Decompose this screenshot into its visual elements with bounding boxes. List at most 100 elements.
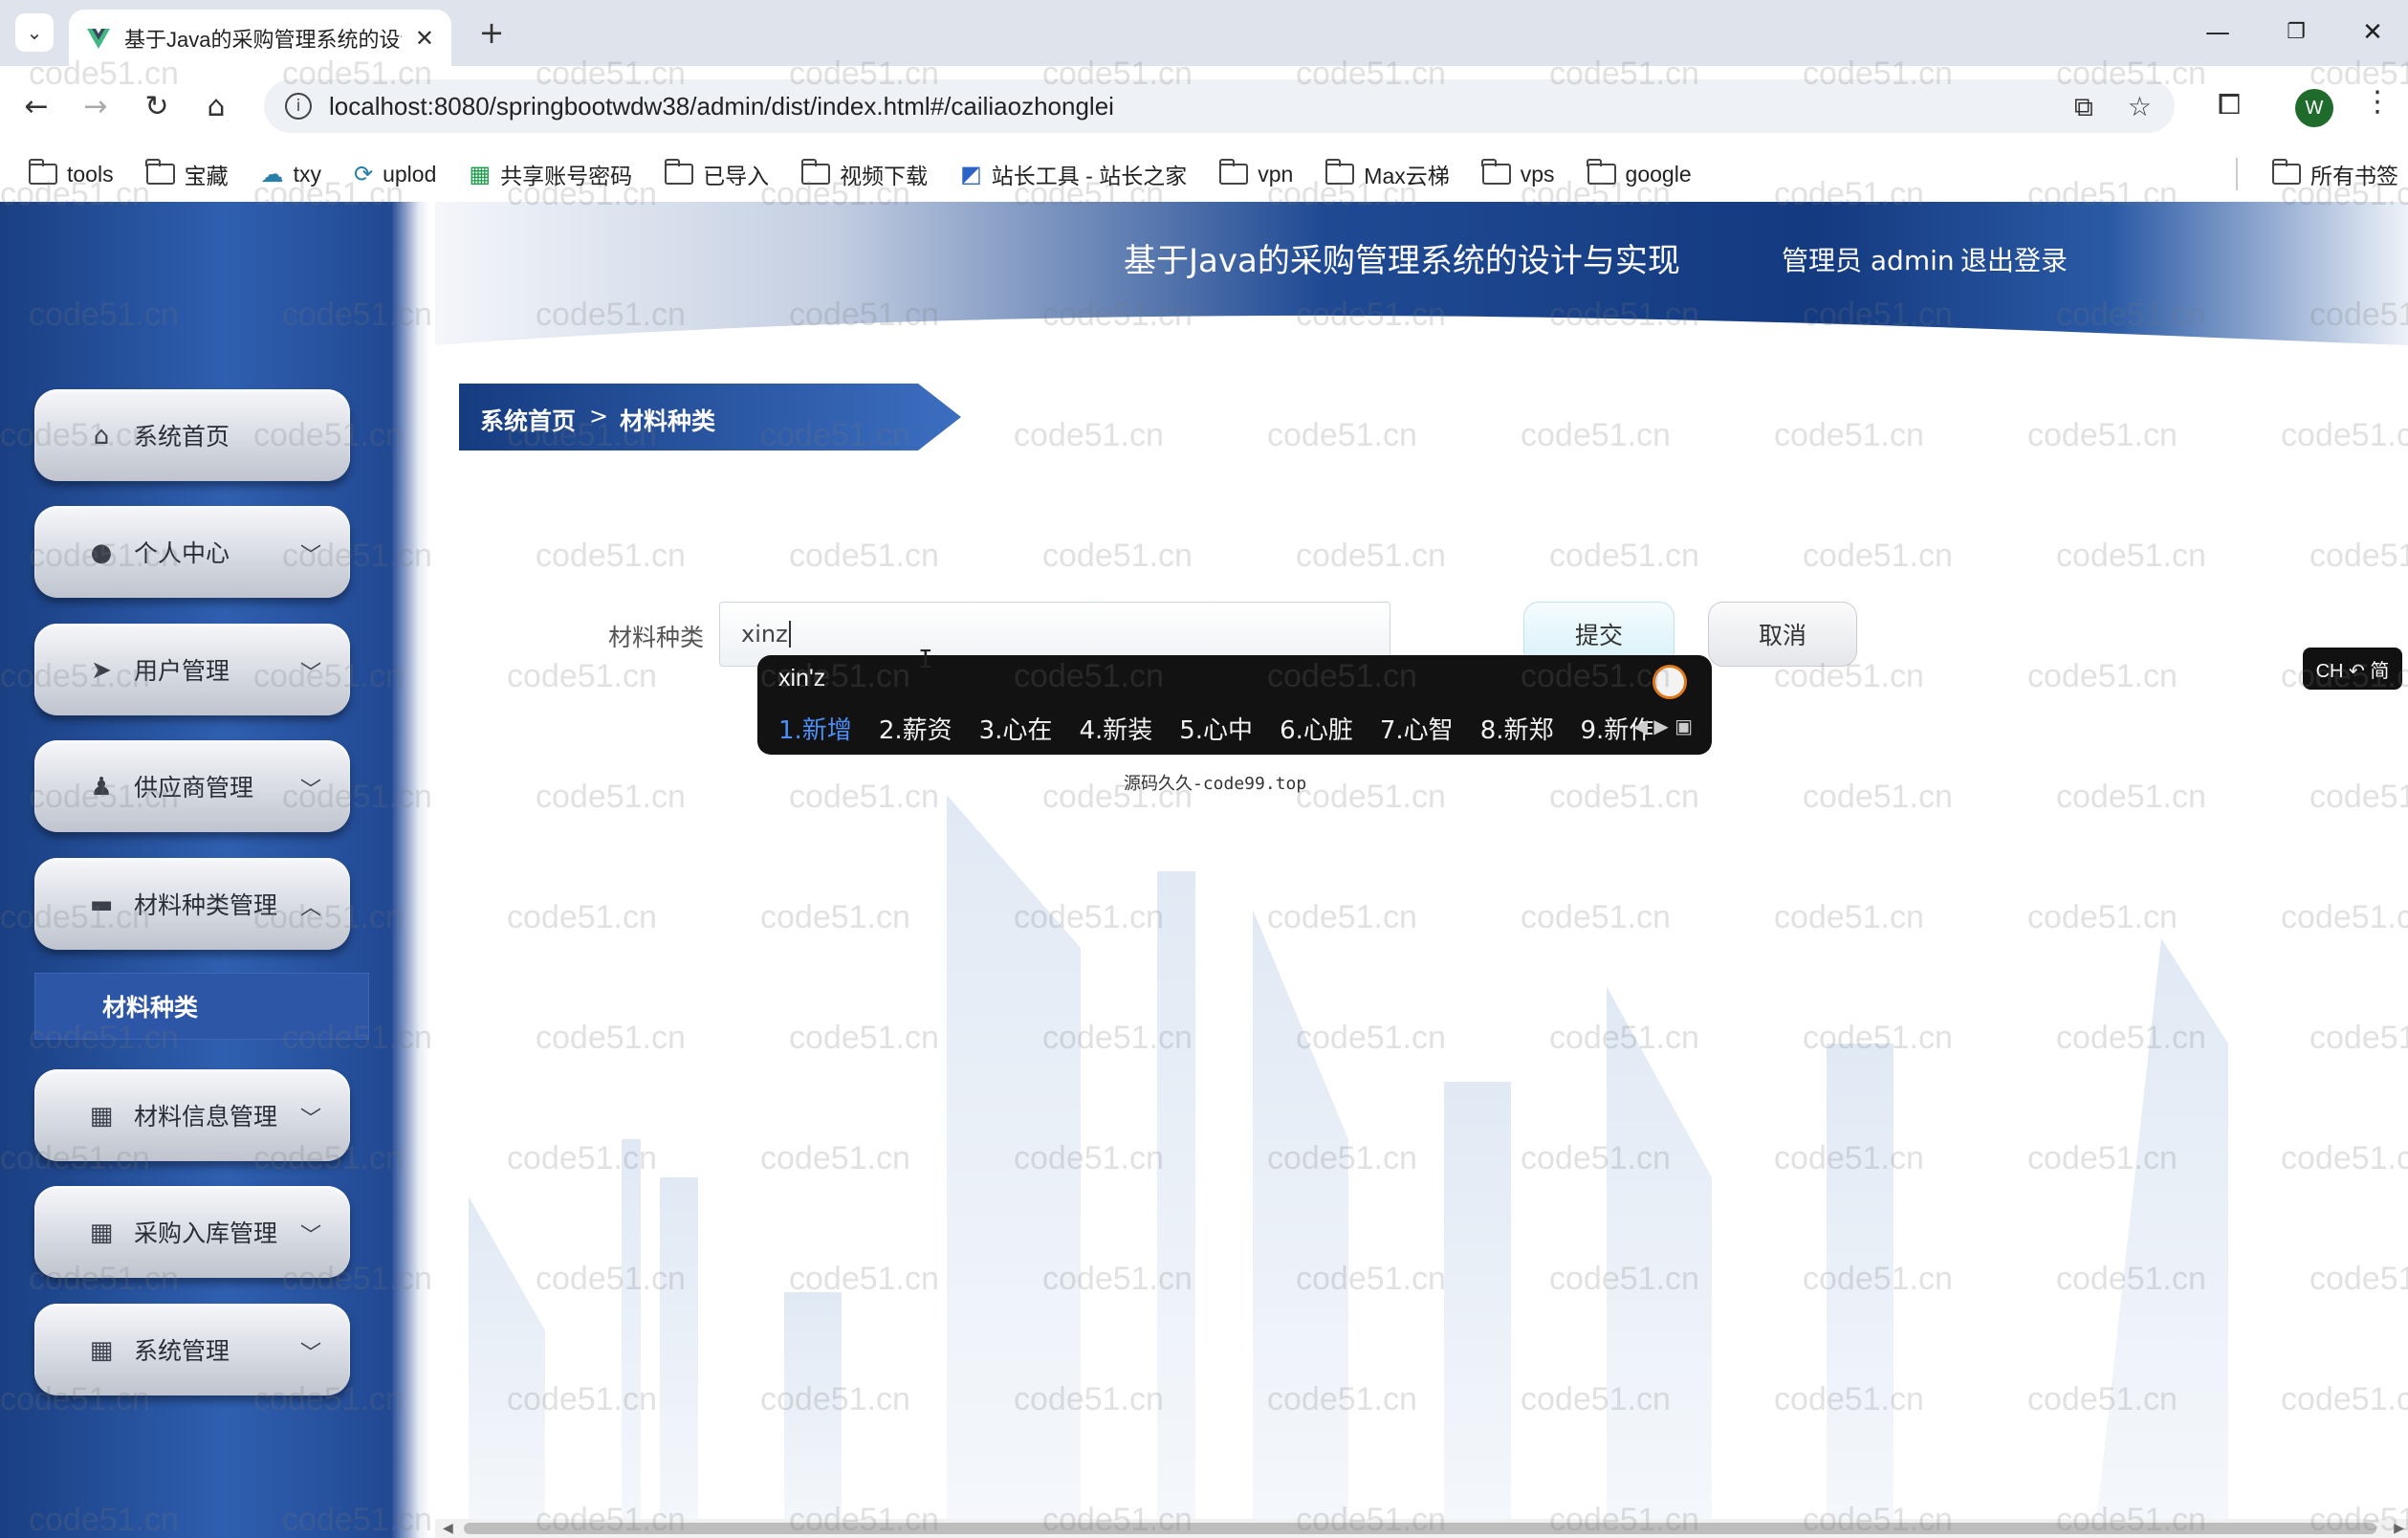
address-bar[interactable]: i localhost:8080/springbootwdw38/admin/d… — [264, 79, 2175, 133]
browser-toolbar: ← → ↻ ⌂ i localhost:8080/springbootwdw38… — [0, 66, 2408, 146]
sidebar-item-label: 材料种类管理 — [134, 891, 278, 919]
admin-label: 管理员 admin — [1782, 245, 1955, 276]
profile-avatar[interactable]: W — [2295, 89, 2333, 127]
logout-link[interactable]: 退出登录 — [1960, 240, 2068, 278]
sidebar-item[interactable]: ▦ 材料信息管理 ﹀ — [34, 1069, 350, 1161]
bookmark-label: vpn — [1258, 161, 1294, 187]
input-value: xinz — [741, 621, 788, 648]
folder-icon — [1481, 159, 1511, 185]
ime-candidate[interactable]: 1.新增 — [778, 711, 852, 746]
bookmark-item[interactable]: ⟳ uplod — [344, 155, 446, 194]
tab-close-icon[interactable]: ✕ — [415, 25, 434, 52]
back-button[interactable]: ← — [13, 83, 59, 129]
home-button[interactable]: ⌂ — [193, 83, 239, 129]
vue-favicon-icon — [87, 28, 110, 49]
bookmark-star-icon[interactable]: ☆ — [2128, 91, 2152, 123]
ime-candidate[interactable]: 3.心在 — [979, 711, 1053, 746]
folder-icon — [800, 159, 831, 185]
breadcrumb: 系统首页 > 材料种类 — [459, 384, 961, 450]
bookmark-item[interactable]: vpn — [1210, 156, 1303, 193]
material-category-label: 材料种类 — [608, 624, 705, 651]
sidebar-item[interactable]: ● 个人中心 ﹀ — [34, 506, 350, 598]
sidebar-item[interactable]: ▦ 系统管理 ﹀ — [34, 1304, 350, 1395]
bookmark-item[interactable]: ◩ 站长工具 - 站长之家 — [951, 152, 1196, 196]
bookmark-item[interactable]: 视频下载 — [792, 152, 937, 196]
bookmark-item[interactable]: 已导入 — [655, 152, 778, 196]
reload-button[interactable]: ↻ — [134, 83, 180, 129]
sidebar-item-label: 系统首页 — [134, 423, 230, 450]
tab-list-button[interactable]: ⌄ — [15, 13, 54, 52]
folder-icon — [2271, 159, 2301, 185]
ime-candidate[interactable]: 5.心中 — [1179, 711, 1253, 746]
all-bookmarks-button[interactable]: 所有书签 — [2263, 152, 2408, 196]
site-info-icon[interactable]: i — [285, 93, 312, 120]
chevron-down-icon: ﹀ — [299, 1224, 321, 1248]
header-wave — [435, 315, 2408, 384]
close-window-button[interactable]: ✕ — [2349, 13, 2397, 52]
app-title: 基于Java的采购管理系统的设计与实现 — [1124, 242, 1680, 280]
bookmark-item[interactable]: Max云梯 — [1316, 152, 1458, 196]
site-icon: ◩ — [960, 161, 982, 187]
home-icon: ⌂ — [93, 422, 110, 450]
restore-button[interactable]: ❐ — [2272, 13, 2320, 52]
scrollbar-thumb[interactable] — [464, 1523, 2376, 1534]
sidebar-item[interactable]: ▦ 采购入库管理 ﹀ — [34, 1186, 350, 1278]
browser-menu-icon[interactable]: ⋮ — [2358, 85, 2397, 119]
ime-candidate[interactable]: 2.薪资 — [879, 711, 952, 746]
ime-candidate[interactable]: 4.新装 — [1079, 711, 1152, 746]
bookmark-item[interactable]: vps — [1473, 156, 1565, 193]
sidebar-item[interactable]: ⌂ 系统首页 — [34, 389, 350, 481]
upload-icon: ⟳ — [353, 161, 374, 187]
grid-icon: ▦ — [89, 1102, 114, 1131]
chevron-down-icon: ﹀ — [299, 1108, 321, 1132]
bookmark-item[interactable]: ☁ txy — [252, 155, 331, 194]
scroll-left-icon[interactable]: ◀ — [443, 1519, 453, 1538]
cloud-icon: ☁ — [260, 161, 284, 187]
cancel-button[interactable]: 取消 — [1708, 602, 1857, 667]
bookmark-item[interactable]: google — [1578, 156, 1701, 193]
sidebar-item[interactable]: ▬ 材料种类管理 ︿ — [34, 858, 350, 950]
ime-candidate[interactable]: 8.新郑 — [1480, 711, 1554, 746]
bookmark-item[interactable]: 宝藏 — [137, 152, 238, 196]
folder-icon — [1587, 159, 1616, 185]
sidebar-item[interactable]: ♟ 供应商管理 ﹀ — [34, 740, 350, 832]
ime-page-arrows-icon[interactable]: ◀ ▶ ▣ — [1633, 714, 1693, 737]
ime-candidates: 1.新增 2.薪资 3.心在 4.新装 5.心中 6.心脏 7.心智 8.新郑 9.新作 — [778, 711, 1680, 746]
ime-candidate[interactable]: 6.心脏 — [1280, 711, 1353, 746]
new-tab-button[interactable]: + — [472, 15, 511, 54]
sidebar-item-label: 系统管理 — [134, 1337, 230, 1365]
bookmark-label: vps — [1520, 161, 1555, 187]
breadcrumb-home[interactable]: 系统首页 — [480, 403, 576, 437]
bookmark-item[interactable]: tools — [19, 156, 123, 193]
chevron-down-icon: ﹀ — [299, 662, 321, 686]
extensions-icon[interactable]: ⧠ — [2207, 83, 2251, 127]
minimize-button[interactable]: — — [2194, 13, 2242, 52]
breadcrumb-current: 材料种类 — [620, 407, 716, 435]
grid-icon: ▦ — [89, 1336, 114, 1365]
grid-icon: ▦ — [89, 1219, 114, 1247]
submenu-item-material-category[interactable]: 材料种类 — [34, 973, 369, 1040]
bookmark-label: 视频下载 — [840, 164, 929, 188]
city-background-illustration — [469, 795, 2228, 1538]
folder-icon — [1324, 159, 1355, 185]
screenshot-icon[interactable]: ⧉ — [2074, 91, 2093, 123]
bookmark-label: txy — [293, 161, 321, 187]
bookmark-label: 宝藏 — [184, 164, 229, 188]
send-icon: ➤ — [91, 656, 112, 685]
sidebar-item[interactable]: ➤ 用户管理 ﹀ — [34, 624, 350, 715]
browser-tab[interactable]: 基于Java的采购管理系统的设计 ✕ — [69, 10, 451, 66]
sidebar-item-label: 用户管理 — [134, 657, 230, 685]
user-icon: ● — [90, 538, 113, 567]
sidebar-item-label: 采购入库管理 — [134, 1219, 278, 1247]
scroll-right-icon[interactable]: ▶ — [2394, 1519, 2404, 1538]
bookmark-item[interactable]: ▦ 共享账号密码 — [459, 152, 642, 196]
ime-candidate-window: xin'z 1.新增 2.薪资 3.心在 4.新装 5.心中 6.心脏 7.心智 8.新郑 9.… — [757, 655, 1712, 755]
forward-button[interactable]: → — [73, 83, 119, 129]
ime-logo-icon — [1653, 665, 1687, 699]
ime-candidate[interactable]: 7.心智 — [1380, 711, 1454, 746]
horizontal-scrollbar[interactable]: ◀ ▶ — [435, 1519, 2408, 1538]
folder-icon — [664, 159, 694, 185]
url-text: localhost:8080/springbootwdw38/admin/dis… — [329, 91, 1114, 121]
sidebar-item-label: 供应商管理 — [134, 774, 254, 802]
ime-status-badge[interactable]: CH ↶ 简 — [2303, 648, 2402, 690]
